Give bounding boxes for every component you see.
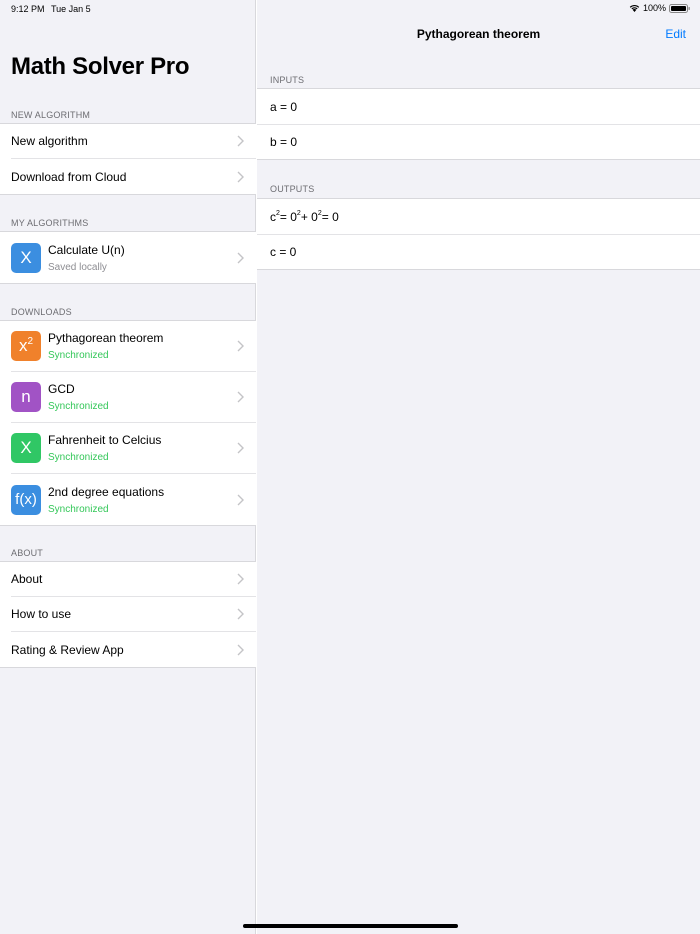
status-date: Tue Jan 5 <box>51 4 91 14</box>
chevron-right-icon <box>237 608 244 620</box>
algorithm-status: Synchronized <box>48 452 109 463</box>
algorithm-title: 2nd degree equations <box>48 484 165 499</box>
algorithm-status: Synchronized <box>48 503 109 515</box>
chevron-right-icon <box>237 573 244 585</box>
x-variable-icon: X <box>11 433 41 463</box>
download-from-cloud-row[interactable]: Download from Cloud <box>0 159 256 194</box>
algorithm-title: Fahrenheit to Celcius <box>48 433 162 447</box>
row-label: New algorithm <box>11 134 88 148</box>
algorithm-row-fahrenheit[interactable]: X Fahrenheit to Celcius Synchronized <box>0 423 256 474</box>
output-row-equation: c2 = 02 + 02 = 0 <box>270 209 339 224</box>
algorithm-title: GCD <box>48 382 75 396</box>
algorithm-title: Calculate U(n) <box>48 242 125 257</box>
input-row-a[interactable]: a = 0 <box>257 89 700 124</box>
how-to-use-row[interactable]: How to use <box>0 597 256 632</box>
battery-icon <box>669 3 690 13</box>
input-row-b[interactable]: b = 0 <box>257 124 700 159</box>
detail-title: Pythagorean theorem <box>416 27 541 41</box>
algorithm-row-calculate-un[interactable]: X Calculate U(n) Saved locally <box>0 232 256 283</box>
rating-review-row[interactable]: Rating & Review App <box>0 632 256 667</box>
row-label: How to use <box>11 607 72 621</box>
function-icon: f(x) <box>11 484 41 515</box>
chevron-right-icon <box>237 171 244 183</box>
sidebar: Math Solver Pro NEW ALGORITHM New algori… <box>0 0 256 934</box>
chevron-right-icon <box>237 340 244 352</box>
downloads-group: x2 Pythagorean theorem Synchronized n GC… <box>0 320 256 526</box>
inputs-group: a = 0 b = 0 <box>257 88 700 160</box>
status-bar: 9:12 PM Tue Jan 5 100% <box>0 0 700 18</box>
row-label: Rating & Review App <box>11 642 124 657</box>
my-algorithms-group: X Calculate U(n) Saved locally <box>0 231 256 284</box>
algorithm-title: Pythagorean theorem <box>48 331 164 345</box>
section-header-downloads: DOWNLOADS <box>11 307 72 317</box>
section-header-new-algorithm: NEW ALGORITHM <box>11 110 91 120</box>
algorithm-status: Synchronized <box>48 401 109 412</box>
app-title: Math Solver Pro <box>11 53 190 80</box>
about-row[interactable]: About <box>0 562 256 597</box>
wifi-icon <box>629 4 640 12</box>
detail-pane: Pythagorean theorem Edit INPUTS a = 0 b … <box>257 0 700 934</box>
chevron-right-icon <box>237 252 244 264</box>
battery-percent: 100% <box>642 3 666 13</box>
algorithm-row-2nd-degree[interactable]: f(x) 2nd degree equations Synchronized <box>0 474 256 525</box>
section-header-my-algorithms: MY ALGORITHMS <box>11 218 89 228</box>
section-header-about: ABOUT <box>11 548 44 558</box>
new-algorithm-row[interactable]: New algorithm <box>0 124 256 159</box>
algorithm-status: Synchronized <box>48 350 109 361</box>
outputs-header: OUTPUTS <box>270 184 315 194</box>
outputs-group: c2 = 02 + 02 = 0 c = 0 <box>257 198 700 270</box>
chevron-right-icon <box>237 494 244 506</box>
inputs-header: INPUTS <box>270 75 305 85</box>
x-variable-icon: X <box>11 242 41 273</box>
chevron-right-icon <box>237 391 244 403</box>
algorithm-status: Saved locally <box>48 261 107 273</box>
edit-button[interactable]: Edit <box>665 27 686 41</box>
status-indicators: 100% <box>629 3 690 13</box>
row-label: Download from Cloud <box>11 169 127 184</box>
new-algorithm-group: New algorithm Download from Cloud <box>0 123 256 195</box>
row-label: About <box>11 572 43 586</box>
output-row-result: c = 0 <box>257 234 700 269</box>
chevron-right-icon <box>237 135 244 147</box>
n-variable-icon: n <box>11 382 41 412</box>
algorithm-row-gcd[interactable]: n GCD Synchronized <box>0 372 256 423</box>
algorithm-row-pythagorean[interactable]: x2 Pythagorean theorem Synchronized <box>0 321 256 372</box>
home-indicator[interactable] <box>243 924 458 928</box>
chevron-right-icon <box>237 442 244 454</box>
x-squared-icon: x2 <box>11 331 41 361</box>
about-group: About How to use Rating & Review App <box>0 561 256 668</box>
chevron-right-icon <box>237 644 244 656</box>
status-time: 9:12 PM <box>11 4 45 14</box>
